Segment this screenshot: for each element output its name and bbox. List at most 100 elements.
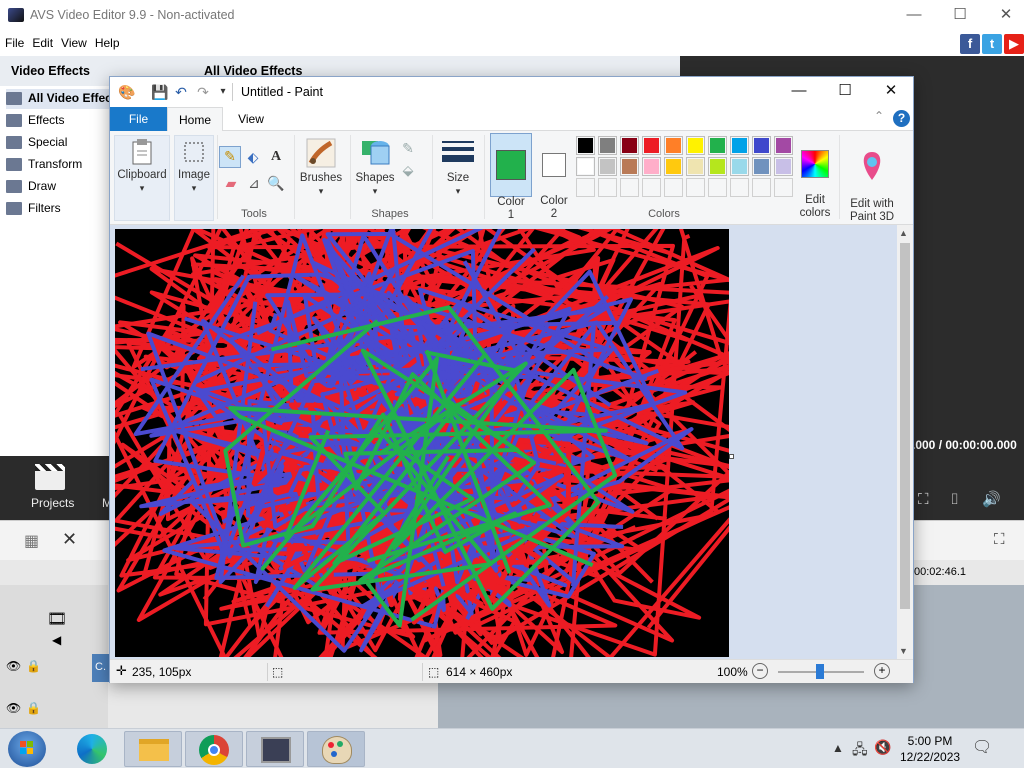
fit-timeline-icon[interactable]: ⛶ [994, 531, 1005, 548]
scroll-up-icon[interactable]: ▲ [899, 228, 908, 238]
palette-swatch[interactable] [730, 157, 749, 176]
volume-muted-icon[interactable]: 🔇 [874, 739, 891, 756]
fill-shape-icon[interactable]: ⬙ [399, 161, 417, 179]
palette-swatch[interactable] [708, 157, 727, 176]
custom-palette-slot[interactable] [730, 178, 749, 197]
eraser-icon[interactable]: ▰ [222, 174, 240, 192]
palette-swatch[interactable] [620, 136, 639, 155]
palette-swatch[interactable] [686, 157, 705, 176]
zoom-out-button[interactable]: − [752, 663, 768, 679]
custom-palette-slot[interactable] [642, 178, 661, 197]
custom-palette-slot[interactable] [774, 178, 793, 197]
delete-icon[interactable]: ✕ [62, 529, 77, 550]
edit-colors-button[interactable]: Edit colors [798, 135, 832, 220]
text-icon[interactable]: A [267, 148, 285, 166]
tab-home[interactable]: Home [167, 107, 223, 132]
lock-icon[interactable]: 🔒 [26, 701, 41, 715]
scroll-down-icon[interactable]: ▼ [899, 646, 908, 656]
palette-swatch[interactable] [730, 136, 749, 155]
palette-swatch[interactable] [774, 157, 793, 176]
close-button[interactable]: ✕ [983, 4, 1024, 28]
collapse-ribbon-icon[interactable]: ⌃ [874, 109, 884, 123]
palette-swatch[interactable] [598, 136, 617, 155]
color1-button[interactable]: Color 1 [490, 133, 532, 221]
facebook-icon[interactable]: f [960, 34, 980, 54]
palette-swatch[interactable] [708, 136, 727, 155]
edge-taskbar-button[interactable] [64, 731, 122, 767]
eye-icon[interactable]: 👁 [6, 659, 21, 673]
palette-swatch[interactable] [598, 157, 617, 176]
scrollbar-thumb[interactable] [900, 243, 910, 609]
help-icon[interactable]: ? [893, 110, 910, 127]
palette-swatch[interactable] [642, 157, 661, 176]
custom-palette-slot[interactable] [752, 178, 771, 197]
palette-swatch[interactable] [576, 136, 595, 155]
color2-button[interactable]: Color 2 [536, 133, 572, 220]
palette-swatch[interactable] [576, 157, 595, 176]
custom-palette-slot[interactable] [576, 178, 595, 197]
clock[interactable]: 5:00 PM 12/22/2023 [900, 733, 960, 765]
color-picker-icon[interactable]: ⊿ [245, 174, 263, 192]
paint-app-icon[interactable]: 🎨 [118, 84, 135, 100]
snapshot-icon[interactable]: ⌷ [950, 491, 959, 508]
palette-swatch[interactable] [752, 157, 771, 176]
youtube-icon[interactable]: ▶ [1004, 34, 1024, 54]
close-button[interactable]: ✕ [868, 80, 914, 104]
file-explorer-taskbar-button[interactable] [124, 731, 182, 767]
fill-icon[interactable]: ⬖ [244, 148, 262, 166]
network-icon[interactable]: 🖧 [852, 739, 868, 763]
shapes-button[interactable]: Shapes ▾ [352, 135, 398, 198]
size-button[interactable]: Size ▾ [438, 135, 478, 198]
palette-swatch[interactable] [664, 136, 683, 155]
avs-taskbar-button[interactable] [246, 731, 304, 767]
timeline-clip[interactable]: C. [92, 654, 109, 682]
show-hidden-icons[interactable]: ▲ [832, 741, 844, 755]
image-button[interactable]: Image ▾ [174, 135, 214, 221]
minimize-button[interactable]: — [891, 4, 937, 28]
chrome-taskbar-button[interactable] [185, 731, 243, 767]
clipboard-button[interactable]: Clipboard ▾ [114, 135, 170, 221]
audio-mute-icon[interactable]: ◀ [52, 633, 61, 647]
save-icon[interactable]: 💾 [151, 84, 168, 100]
redo-icon[interactable]: ↷ [195, 84, 211, 100]
twitter-icon[interactable]: t [982, 34, 1002, 54]
drawing-canvas[interactable] [115, 229, 729, 657]
maximize-button[interactable]: ☐ [937, 4, 983, 28]
resize-handle[interactable] [729, 454, 734, 459]
menu-view[interactable]: View [57, 31, 91, 50]
custom-palette-slot[interactable] [686, 178, 705, 197]
palette-swatch[interactable] [686, 136, 705, 155]
menu-file[interactable]: File [0, 31, 28, 50]
minimize-button[interactable]: — [776, 80, 822, 104]
edit-with-paint3d-button[interactable]: Edit with Paint 3D [844, 135, 900, 224]
custom-palette-slot[interactable] [708, 178, 727, 197]
fullscreen-icon[interactable]: ⛶ [918, 491, 929, 508]
projects-button[interactable]: Projects [31, 496, 74, 510]
zoom-slider-thumb[interactable] [816, 664, 824, 679]
pencil-icon[interactable]: ✎ [219, 146, 241, 168]
storyboard-icon[interactable]: ▦ [24, 531, 39, 551]
undo-icon[interactable]: ↶ [173, 84, 189, 100]
notifications-icon[interactable]: 🗨 [972, 737, 992, 757]
magnifier-icon[interactable]: 🔍 [267, 174, 285, 192]
menu-edit[interactable]: Edit [28, 31, 57, 50]
palette-swatch[interactable] [642, 136, 661, 155]
palette-swatch[interactable] [752, 136, 771, 155]
eye-icon[interactable]: 👁 [6, 701, 21, 715]
brushes-button[interactable]: Brushes ▾ [298, 135, 344, 198]
paint-taskbar-button[interactable] [307, 731, 365, 767]
palette-swatch[interactable] [664, 157, 683, 176]
palette-swatch[interactable] [774, 136, 793, 155]
palette-swatch[interactable] [620, 157, 639, 176]
custom-palette-slot[interactable] [598, 178, 617, 197]
custom-palette-slot[interactable] [664, 178, 683, 197]
customize-quick-access-icon[interactable]: ▾ [215, 84, 231, 100]
menu-help[interactable]: Help [91, 31, 124, 50]
tab-view[interactable]: View [225, 107, 277, 131]
lock-icon[interactable]: 🔒 [26, 659, 41, 673]
zoom-in-button[interactable]: + [874, 663, 890, 679]
outline-icon[interactable]: ✎ [399, 139, 417, 157]
maximize-button[interactable]: ☐ [822, 80, 868, 104]
vertical-scrollbar[interactable]: ▲ ▼ [897, 225, 913, 659]
tab-file[interactable]: File [110, 107, 167, 131]
